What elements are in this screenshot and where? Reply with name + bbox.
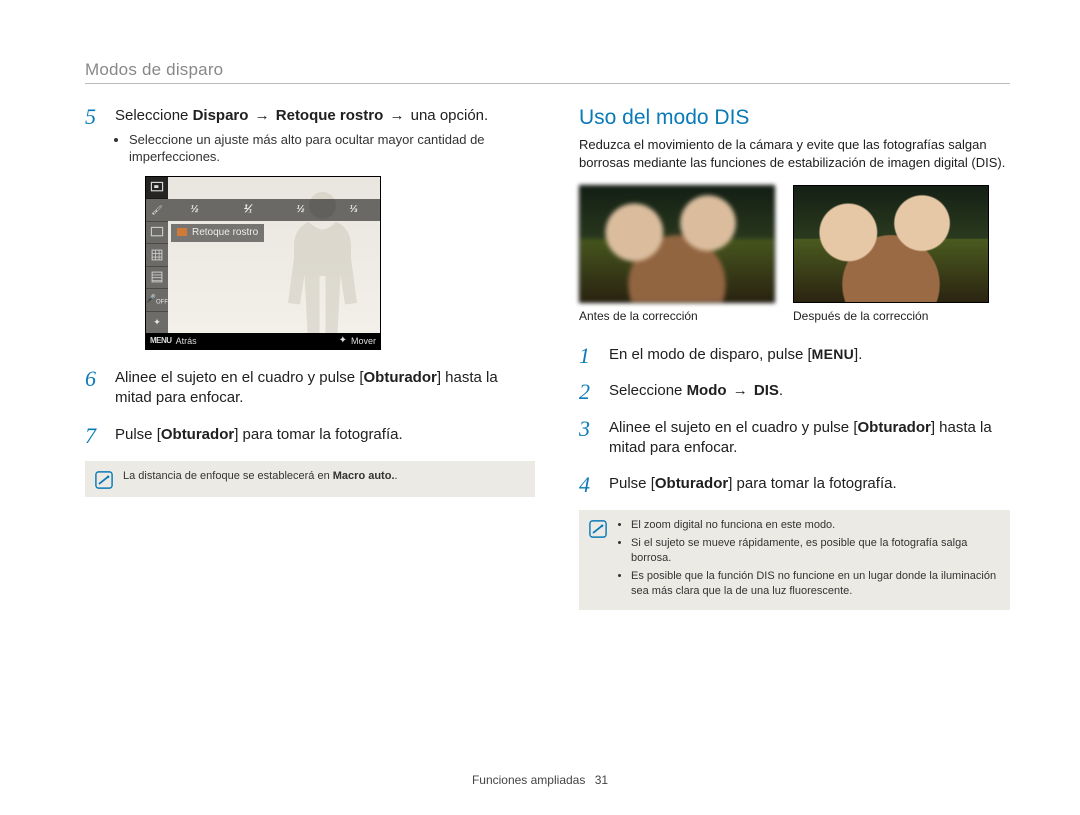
step-5: Seleccione Disparo → Retoque rostro → un… bbox=[85, 106, 535, 350]
caption-before: Antes de la corrección bbox=[579, 309, 775, 323]
footer-section: Funciones ampliadas bbox=[472, 773, 585, 787]
sidebar-cell-bottom: ✦ bbox=[146, 312, 168, 333]
note-icon bbox=[95, 471, 113, 489]
note-box-left: La distancia de enfoque se establecerá e… bbox=[85, 461, 535, 497]
arrow-icon: → bbox=[253, 107, 272, 124]
sidebar-cell-grid2 bbox=[146, 267, 168, 289]
sidebar-cell-mic-off: 🎤OFF bbox=[146, 289, 168, 311]
intensity-option: ½ bbox=[274, 199, 327, 221]
step-3: Alinee el sujeto en el cuadro y pulse [O… bbox=[579, 418, 1010, 459]
camera-lcd-figure: 🖌 🎤OFF ✦ ½ ⅟₁ ½ ⅓ bbox=[145, 176, 381, 350]
step-1: En el modo de disparo, pulse [MENU]. bbox=[579, 345, 1010, 365]
photo-after bbox=[793, 185, 989, 303]
manual-page: Modos de disparo Seleccione Disparo → Re… bbox=[0, 0, 1080, 815]
intensity-option: ⅟₁ bbox=[221, 199, 274, 221]
before-after-compare: Antes de la corrección Después de la cor… bbox=[579, 185, 1010, 323]
note-icon bbox=[589, 520, 607, 538]
move-label: Mover bbox=[351, 335, 376, 347]
right-column: Uso del modo DIS Reduzca el movimiento d… bbox=[579, 106, 1010, 610]
figure-after: Después de la corrección bbox=[793, 185, 989, 323]
menu-icon: MENU bbox=[150, 336, 172, 347]
intensity-row: ½ ⅟₁ ½ ⅓ bbox=[168, 199, 380, 221]
two-column-layout: Seleccione Disparo → Retoque rostro → un… bbox=[85, 106, 1010, 610]
section-title: Modos de disparo bbox=[85, 60, 1010, 80]
step-5-bullet: Seleccione un ajuste más alto para ocult… bbox=[129, 132, 535, 166]
nav-icon: ✦ bbox=[339, 334, 347, 348]
step-7: Pulse [Obturador] para tomar la fotograf… bbox=[85, 425, 535, 445]
note-text: La distancia de enfoque se establecerá e… bbox=[123, 469, 398, 484]
page-number: 31 bbox=[595, 773, 608, 787]
step-6: Alinee el sujeto en el cuadro y pulse [O… bbox=[85, 368, 535, 409]
note-box-right: El zoom digital no funciona en este modo… bbox=[579, 510, 1010, 609]
photo-before bbox=[579, 185, 775, 303]
note-item: Es posible que la función DIS no funcion… bbox=[631, 569, 998, 599]
step-2: Seleccione Modo → DIS. bbox=[579, 381, 1010, 401]
topic-title: Uso del modo DIS bbox=[579, 106, 1010, 130]
arrow-icon: → bbox=[731, 382, 750, 399]
back-label: Atrás bbox=[176, 335, 197, 347]
lcd-status-bar: MENU Atrás ✦ Mover bbox=[146, 333, 380, 349]
step-4: Pulse [Obturador] para tomar la fotograf… bbox=[579, 474, 1010, 494]
intensity-option: ⅓ bbox=[327, 199, 380, 221]
sidebar-cell-top bbox=[146, 177, 168, 199]
note-item: Si el sujeto se mueve rápidamente, es po… bbox=[631, 536, 998, 566]
steps-list-left: Seleccione Disparo → Retoque rostro → un… bbox=[85, 106, 535, 445]
note-item: El zoom digital no funciona en este modo… bbox=[631, 518, 998, 533]
intensity-option: ½ bbox=[168, 199, 221, 221]
steps-list-right: En el modo de disparo, pulse [MENU]. Sel… bbox=[579, 345, 1010, 494]
divider bbox=[85, 83, 1010, 84]
lcd-sidebar: 🖌 🎤OFF ✦ bbox=[146, 177, 168, 333]
note-list: El zoom digital no funciona en este modo… bbox=[617, 518, 998, 601]
caption-after: Después de la corrección bbox=[793, 309, 989, 323]
sidebar-cell-face bbox=[146, 222, 168, 244]
page-footer: Funciones ampliadas 31 bbox=[0, 773, 1080, 787]
lcd-mode-label: Retoque rostro bbox=[171, 224, 264, 242]
sidebar-cell-grid bbox=[146, 244, 168, 266]
topic-intro: Reduzca el movimiento de la cámara y evi… bbox=[579, 136, 1010, 171]
menu-key: MENU bbox=[812, 346, 854, 362]
left-column: Seleccione Disparo → Retoque rostro → un… bbox=[85, 106, 535, 610]
sidebar-cell-brush: 🖌 bbox=[146, 199, 168, 221]
figure-before: Antes de la corrección bbox=[579, 185, 775, 323]
arrow-icon: → bbox=[387, 107, 406, 124]
